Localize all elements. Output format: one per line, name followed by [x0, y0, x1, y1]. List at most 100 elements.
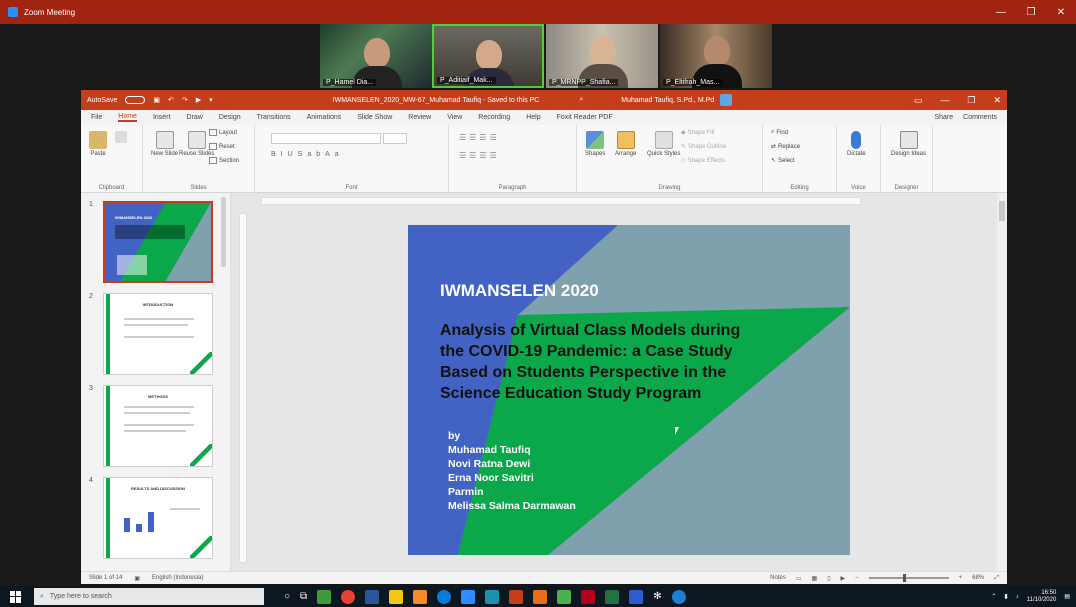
tab-review[interactable]: Review: [408, 114, 431, 121]
save-icon[interactable]: ▣: [153, 96, 160, 104]
paste-button[interactable]: Paste: [89, 131, 107, 157]
chrome-icon[interactable]: [341, 589, 356, 604]
slide-sorter-icon[interactable]: ▦: [812, 575, 818, 582]
restore-icon[interactable]: ❐: [967, 95, 975, 106]
file-explorer-icon[interactable]: [389, 589, 404, 604]
customize-qat-icon[interactable]: ▾: [209, 96, 213, 104]
app-icon[interactable]: [317, 589, 332, 604]
close-icon[interactable]: ✕: [993, 95, 1001, 106]
shape-fill-button[interactable]: ◆ Shape Fill: [681, 129, 714, 137]
cortana-icon[interactable]: ○: [284, 591, 290, 602]
word-icon[interactable]: [365, 589, 380, 604]
fit-to-window-icon[interactable]: ⤢: [994, 575, 999, 582]
tab-slide-show[interactable]: Slide Show: [357, 114, 392, 121]
slideshow-icon[interactable]: ▶: [841, 575, 846, 582]
spellcheck-icon[interactable]: ▣: [134, 575, 140, 582]
participant-tile[interactable]: P_Eltifrah_Mas...: [660, 24, 772, 88]
quick-styles-button[interactable]: Quick Styles: [647, 131, 680, 157]
app-icon[interactable]: [557, 589, 572, 604]
slide-canvas[interactable]: IWMANSELEN 2020 Analysis of Virtual Clas…: [408, 225, 850, 555]
tab-transitions[interactable]: Transitions: [257, 114, 291, 121]
slide-thumbnail[interactable]: INTRODUCTION: [103, 293, 213, 375]
slide-thumbnail[interactable]: METHODS: [103, 385, 213, 467]
new-slide-button[interactable]: New Slide: [151, 131, 178, 157]
search-icon[interactable]: ⌕: [579, 96, 583, 104]
maximize-icon[interactable]: ❐: [1016, 7, 1046, 18]
app-icon[interactable]: [629, 589, 644, 604]
shape-outline-button[interactable]: ✎ Shape Outline: [681, 143, 726, 151]
app-icon[interactable]: [533, 589, 548, 604]
participant-tile-active-speaker[interactable]: P_Aditiaif_Mak...: [432, 24, 544, 88]
settings-icon[interactable]: ✻: [653, 591, 661, 602]
select-button[interactable]: ↖ Select: [771, 157, 795, 165]
tab-view[interactable]: View: [447, 114, 462, 121]
font-size-select[interactable]: [383, 133, 407, 144]
user-name[interactable]: Muhamad Taufiq, S.Pd., M.Pd: [621, 97, 714, 104]
minimize-icon[interactable]: —: [940, 95, 949, 106]
zoom-level[interactable]: 68%: [972, 575, 984, 581]
tab-help[interactable]: Help: [526, 114, 540, 121]
tab-insert[interactable]: Insert: [153, 114, 171, 121]
reading-view-icon[interactable]: ▯: [827, 575, 830, 582]
zoom-slider-knob[interactable]: [902, 574, 906, 582]
tab-animations[interactable]: Animations: [307, 114, 342, 121]
volume-icon[interactable]: ♪: [1016, 594, 1019, 600]
language-indicator[interactable]: English (Indonesia): [152, 575, 203, 581]
comments-button[interactable]: Comments: [963, 114, 997, 121]
tab-design[interactable]: Design: [219, 114, 241, 121]
cut-button[interactable]: [115, 131, 127, 145]
app-icon[interactable]: [671, 589, 686, 604]
design-ideas-button[interactable]: Design Ideas: [891, 131, 926, 157]
redo-icon[interactable]: ↷: [182, 96, 188, 104]
tab-home[interactable]: Home: [118, 113, 137, 122]
replace-button[interactable]: ⇄ Replace: [771, 143, 800, 151]
show-hidden-icons-icon[interactable]: ⌃: [991, 593, 996, 600]
undo-icon[interactable]: ↶: [168, 96, 174, 104]
section-button[interactable]: Section: [209, 157, 239, 164]
align-buttons[interactable]: ☰☰☰☰: [459, 151, 500, 160]
shapes-button[interactable]: Shapes: [585, 131, 605, 157]
slide-thumbnail[interactable]: RESULTS AND DISCUSSION: [103, 477, 213, 559]
network-icon[interactable]: ▮: [1004, 593, 1007, 600]
thumbnail-scrollbar[interactable]: [221, 197, 226, 267]
normal-view-icon[interactable]: ▭: [796, 575, 802, 582]
clock[interactable]: 16:50 11/10/2020: [1027, 590, 1057, 604]
shape-effects-button[interactable]: ◇ Shape Effects: [681, 157, 725, 165]
layout-button[interactable]: Layout: [209, 129, 237, 136]
excel-icon[interactable]: [605, 589, 620, 604]
ribbon-display-icon[interactable]: ▭: [914, 95, 923, 106]
arrange-button[interactable]: Arrange: [615, 131, 636, 157]
pdf-reader-icon[interactable]: [581, 589, 596, 604]
font-family-select[interactable]: [271, 133, 381, 144]
font-format-buttons[interactable]: BIUSabAa: [271, 151, 344, 158]
zoom-slider[interactable]: [868, 574, 949, 582]
windows-start-icon[interactable]: [10, 590, 22, 603]
task-view-icon[interactable]: ⧉: [300, 591, 307, 602]
share-button[interactable]: Share: [934, 114, 953, 121]
scrollbar-thumb[interactable]: [999, 201, 1005, 221]
slide-thumbnail[interactable]: IWMANSELEN 2020: [103, 201, 213, 283]
zoom-in-icon[interactable]: +: [959, 575, 963, 581]
vertical-scrollbar[interactable]: [997, 193, 1007, 571]
powerpoint-icon[interactable]: [509, 589, 524, 604]
reset-button[interactable]: Reset: [209, 143, 235, 150]
notifications-icon[interactable]: ▤: [1064, 593, 1070, 600]
close-icon[interactable]: ✕: [1046, 7, 1076, 18]
app-icon[interactable]: [485, 589, 500, 604]
tab-foxit[interactable]: Foxit Reader PDF: [557, 114, 613, 121]
app-icon[interactable]: [413, 589, 428, 604]
avatar[interactable]: [720, 94, 733, 106]
tab-file[interactable]: File: [91, 114, 102, 121]
start-from-beginning-icon[interactable]: ▶: [196, 96, 201, 104]
participant-tile[interactable]: P_MRNPP_Shafia...: [546, 24, 658, 88]
taskbar-search[interactable]: ⌕ Type here to search: [34, 588, 264, 605]
zoom-icon[interactable]: [461, 589, 476, 604]
tab-draw[interactable]: Draw: [186, 114, 202, 121]
notes-button[interactable]: Notes: [770, 575, 786, 581]
find-button[interactable]: ⌕ Find: [771, 129, 788, 136]
list-buttons[interactable]: ☰☰☰☰: [459, 133, 500, 142]
autosave-toggle[interactable]: [125, 96, 146, 104]
zoom-out-icon[interactable]: −: [855, 575, 859, 581]
minimize-icon[interactable]: —: [986, 7, 1016, 18]
dictate-button[interactable]: Dictate: [847, 131, 866, 157]
